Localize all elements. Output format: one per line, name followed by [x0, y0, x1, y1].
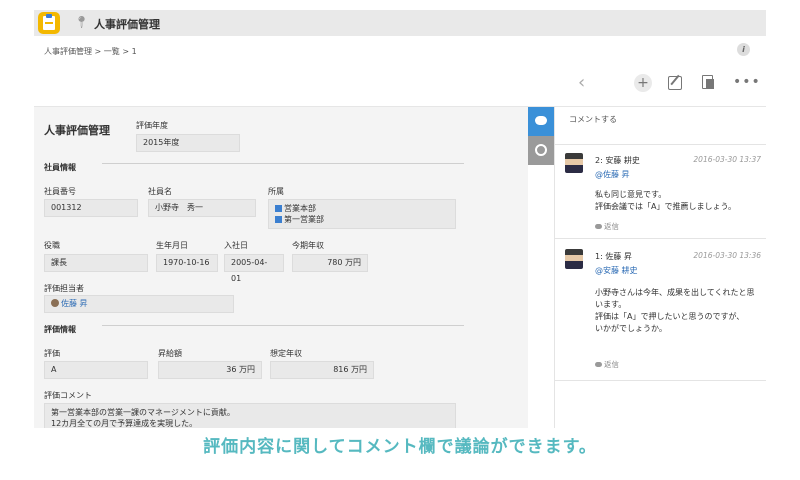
raise-field: 36 万円	[158, 361, 262, 379]
comment-time: 2016-03-30 13:36	[693, 251, 761, 260]
avatar[interactable]	[565, 153, 583, 173]
copy-icon[interactable]	[702, 75, 714, 89]
app-window: 📍︎ 人事評価管理 人事評価管理 > 一覧 > 1 i ‹ + ••• 人事評価…	[34, 10, 766, 428]
org-icon	[275, 205, 282, 212]
expected-salary-label: 想定年収	[270, 349, 302, 358]
user-icon	[51, 299, 59, 307]
comment-author[interactable]: 1: 佐藤 昇	[595, 251, 632, 262]
fiscal-year-field: 2015年度	[136, 134, 240, 152]
hire-date-label: 入社日	[224, 241, 248, 250]
comment-body: 小野寺さんは今年、成果を出してくれたと思 います。 評価は「A」で押したいと思う…	[595, 288, 755, 333]
evaluator-field: 佐藤 昇	[44, 295, 234, 313]
reply-button[interactable]: 返信	[595, 221, 619, 232]
employee-no-label: 社員番号	[44, 187, 76, 196]
app-title: 人事評価管理	[94, 18, 160, 31]
department-item[interactable]: 営業本部	[275, 203, 449, 214]
info-icon[interactable]: i	[737, 43, 750, 56]
reply-button[interactable]: 返信	[595, 359, 619, 370]
birth-date-label: 生年月日	[156, 241, 188, 250]
feature-caption: 評価内容に関してコメント欄で議論ができます。	[203, 437, 597, 457]
eval-comment-label: 評価コメント	[44, 391, 92, 400]
employee-name-field: 小野寺 秀一	[148, 199, 256, 217]
comments-tab[interactable]	[528, 107, 554, 136]
org-icon	[275, 216, 282, 223]
employee-no-field: 001312	[44, 199, 138, 217]
comment-panel: コメントする 2: 安藤 耕史 2016-03-30 13:37 @佐藤 昇 私…	[554, 107, 766, 428]
comment-bubble-icon	[535, 116, 547, 125]
reply-icon	[595, 362, 602, 367]
comment-mention[interactable]: @佐藤 昇	[595, 169, 630, 180]
pin-icon[interactable]: 📍︎	[74, 15, 89, 29]
comment-mention[interactable]: @安藤 耕史	[595, 265, 638, 276]
comment-time: 2016-03-30 13:37	[693, 155, 761, 164]
avatar[interactable]	[565, 249, 583, 269]
record-title: 人事評価管理	[44, 124, 110, 137]
comment-item: 1: 佐藤 昇 2016-03-30 13:36 @安藤 耕史 小野寺さんは今年…	[555, 239, 766, 381]
evaluator-label: 評価担当者	[44, 284, 84, 293]
history-icon	[535, 144, 547, 156]
rating-field: A	[44, 361, 148, 379]
employee-name-label: 社員名	[148, 187, 172, 196]
reply-icon	[595, 224, 602, 229]
comment-author[interactable]: 2: 安藤 耕史	[595, 155, 640, 166]
evaluation-section-title: 評価情報	[44, 325, 76, 334]
more-icon[interactable]: •••	[733, 74, 761, 90]
app-header: 📍︎ 人事評価管理	[34, 10, 766, 36]
comment-input[interactable]: コメントする	[555, 107, 766, 145]
raise-label: 昇給額	[158, 349, 182, 358]
expected-salary-field: 816 万円	[270, 361, 374, 379]
department-item[interactable]: 第一営業部	[275, 214, 449, 225]
position-label: 役職	[44, 241, 60, 250]
evaluator-link[interactable]: 佐藤 昇	[61, 299, 88, 308]
back-icon[interactable]: ‹	[578, 72, 585, 93]
breadcrumb[interactable]: 人事評価管理 > 一覧 > 1	[44, 46, 137, 57]
comment-item: 2: 安藤 耕史 2016-03-30 13:37 @佐藤 昇 私も同じ意見です…	[555, 145, 766, 239]
history-tab[interactable]	[528, 136, 554, 165]
add-icon[interactable]: +	[634, 74, 652, 92]
fiscal-year-label: 評価年度	[136, 121, 168, 130]
section-divider	[102, 163, 464, 164]
current-salary-field: 780 万円	[292, 254, 368, 272]
current-salary-label: 今期年収	[292, 241, 324, 250]
birth-date-field: 1970-10-16	[156, 254, 218, 272]
edit-icon[interactable]	[668, 76, 682, 90]
hire-date-field: 2005-04-01	[224, 254, 284, 283]
position-field: 課長	[44, 254, 148, 272]
section-divider	[102, 325, 464, 326]
comment-body: 私も同じ意見です。 評価会議では「A」で推薦しましょう。	[595, 190, 736, 211]
rating-label: 評価	[44, 349, 60, 358]
eval-comment-field: 第一営業本部の営業一課のマネージメントに貢献。 12カ月全ての月で予算達成を実現…	[44, 403, 456, 428]
department-field: 営業本部 第一営業部	[268, 199, 456, 229]
app-icon[interactable]	[38, 12, 60, 34]
employee-section-title: 社員情報	[44, 163, 76, 172]
department-label: 所属	[268, 187, 284, 196]
